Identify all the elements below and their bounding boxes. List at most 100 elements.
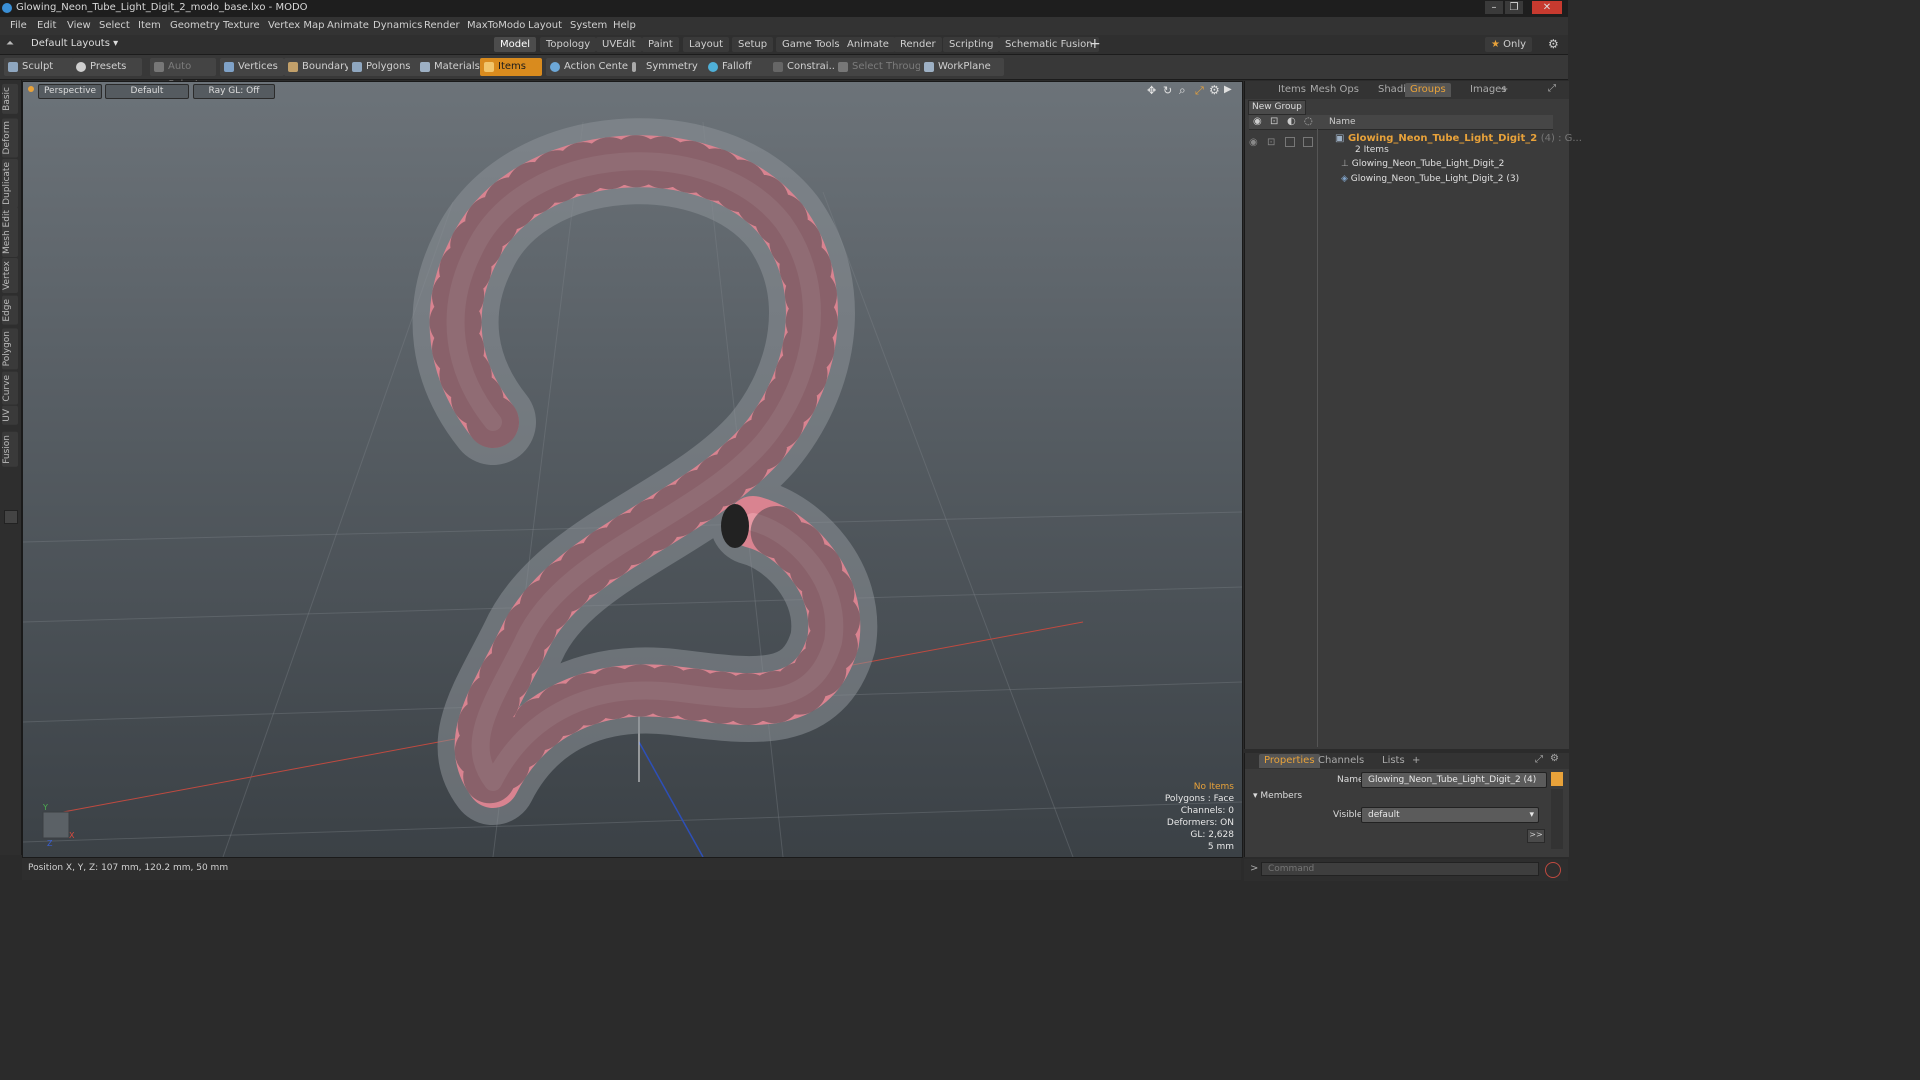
boundary-button[interactable]: Boundary	[284, 58, 358, 76]
tab-lists[interactable]: Lists	[1377, 754, 1410, 768]
mesh-icon: ◈	[1341, 174, 1348, 184]
auto-select-button[interactable]: Auto Select	[150, 58, 216, 90]
render-icon[interactable]: ◐	[1287, 116, 1296, 127]
tab-vertex[interactable]: Vertex	[2, 258, 18, 293]
add-tab-button[interactable]: +	[1089, 36, 1101, 52]
boundary-icon	[288, 62, 298, 72]
sculpt-label: Sculpt	[22, 61, 54, 72]
hud-channels: Channels: 0	[1180, 806, 1234, 816]
menu-view[interactable]: View	[67, 20, 91, 31]
panel-expand-icon[interactable]: ⤢	[1548, 83, 1556, 94]
menu-system[interactable]: System	[570, 20, 607, 31]
lock-icon[interactable]: ⊡	[1270, 116, 1278, 127]
visibility-icon[interactable]: ◉	[1253, 116, 1262, 127]
add-properties-tab[interactable]: +	[1407, 754, 1425, 768]
symmetry-icon	[632, 62, 636, 72]
row-render-toggle[interactable]	[1285, 137, 1295, 147]
select-through-button[interactable]: Select Through	[834, 58, 932, 76]
row-lock-icon[interactable]: ⊡	[1267, 137, 1275, 148]
row-visibility-icon[interactable]: ◉	[1249, 137, 1258, 148]
menu-texture[interactable]: Texture	[223, 20, 260, 31]
tab-topology[interactable]: Topology	[540, 37, 597, 52]
visible-label: Visible	[1333, 810, 1363, 820]
properties-expand-icon[interactable]: ⤢	[1535, 754, 1543, 765]
tab-paint[interactable]: Paint	[642, 37, 679, 52]
tab-animate[interactable]: Animate	[841, 37, 895, 52]
vertices-button[interactable]: Vertices	[220, 58, 284, 76]
falloff-icon	[708, 62, 718, 72]
materials-button[interactable]: Materials	[416, 58, 490, 76]
tab-groups[interactable]: Groups	[1405, 83, 1451, 97]
command-input[interactable]	[1261, 862, 1539, 876]
tab-mesh-edit[interactable]: Mesh Edit	[2, 207, 18, 257]
layout-dropdown[interactable]: Default Layouts ▾	[31, 38, 118, 49]
menu-vertex-map[interactable]: Vertex Map	[268, 20, 324, 31]
tab-setup[interactable]: Setup	[732, 37, 774, 52]
tab-duplicate[interactable]: Duplicate	[2, 159, 18, 208]
select-icon[interactable]: ◌	[1304, 116, 1313, 127]
color-swatch[interactable]	[1551, 772, 1563, 786]
properties-gear-icon[interactable]: ⚙	[1550, 753, 1559, 764]
tab-edge[interactable]: Edge	[2, 296, 18, 325]
tab-deform[interactable]: Deform	[2, 118, 18, 158]
menu-help[interactable]: Help	[613, 20, 636, 31]
falloff-button[interactable]: Falloff	[704, 58, 772, 76]
side-strip	[1551, 789, 1563, 849]
tab-render[interactable]: Render	[894, 37, 942, 52]
tab-mesh-ops[interactable]: Mesh Ops	[1305, 83, 1364, 97]
group-child-row[interactable]: ⊥ Glowing_Neon_Tube_Light_Digit_2	[1341, 157, 1647, 172]
tab-fusion[interactable]: Fusion	[2, 432, 18, 467]
visible-dropdown[interactable]: default ▾	[1361, 807, 1539, 823]
tab-channels[interactable]: Channels	[1313, 754, 1369, 768]
menu-animate[interactable]: Animate	[327, 20, 369, 31]
tab-schematic-fusion[interactable]: Schematic Fusion	[999, 37, 1099, 52]
polygons-button[interactable]: Polygons	[348, 58, 422, 76]
tab-properties[interactable]: Properties	[1259, 754, 1320, 768]
tab-polygon[interactable]: Polygon	[2, 328, 18, 370]
tab-uvedit[interactable]: UVEdit	[596, 37, 642, 52]
expand-toggle[interactable]	[4, 510, 18, 524]
menu-file[interactable]: File	[10, 20, 27, 31]
gizmo-z-label: Z	[47, 839, 53, 848]
materials-label: Materials	[434, 61, 480, 72]
tab-scripting[interactable]: Scripting	[943, 37, 1000, 52]
only-toggle[interactable]: ★ Only	[1485, 37, 1533, 52]
name-field[interactable]: Glowing_Neon_Tube_Light_Digit_2 (4)	[1361, 772, 1547, 788]
scene-canvas: Y X Z	[23, 118, 1242, 857]
tab-model[interactable]: Model	[494, 37, 537, 52]
menu-maxtomodo[interactable]: MaxToModo	[467, 20, 525, 31]
row-select-toggle[interactable]	[1303, 137, 1313, 147]
menu-select[interactable]: Select	[99, 20, 130, 31]
menu-layout[interactable]: Layout	[528, 20, 562, 31]
items-button[interactable]: Items	[480, 58, 542, 76]
tab-uv[interactable]: UV	[2, 406, 18, 425]
expand-button[interactable]: >>	[1527, 829, 1545, 843]
symmetry-button[interactable]: Symmetry	[628, 58, 714, 76]
menu-dynamics[interactable]: Dynamics	[373, 20, 422, 31]
menu-item[interactable]: Item	[138, 20, 161, 31]
presets-button[interactable]: Presets	[72, 58, 142, 76]
tab-layout[interactable]: Layout	[683, 37, 729, 52]
tab-basic[interactable]: Basic	[2, 84, 18, 114]
hud-unit: 5 mm	[1207, 842, 1234, 852]
tab-game-tools[interactable]: Game Tools	[776, 37, 846, 52]
menu-render[interactable]: Render	[424, 20, 460, 31]
sculpt-button[interactable]: Sculpt	[4, 58, 74, 76]
restore-button[interactable]: ❐	[1505, 1, 1523, 14]
record-icon[interactable]	[1545, 862, 1561, 878]
workplane-button[interactable]: WorkPlane	[920, 58, 1004, 76]
new-group-button[interactable]: New Group	[1248, 100, 1306, 115]
hud-gl: GL: 2,628	[1190, 830, 1234, 840]
close-button[interactable]: ✕	[1532, 1, 1562, 14]
layout-arrow-icon[interactable]: ⏶	[6, 38, 14, 49]
group-count: 2 Items	[1355, 145, 1389, 155]
tab-curve[interactable]: Curve	[2, 372, 18, 405]
menu-edit[interactable]: Edit	[37, 20, 56, 31]
minimize-button[interactable]: –	[1485, 1, 1503, 14]
gear-icon[interactable]: ⚙	[1548, 37, 1559, 51]
menu-geometry[interactable]: Geometry	[170, 20, 220, 31]
members-section[interactable]: ▾ Members	[1253, 791, 1302, 801]
group-child-row[interactable]: ◈ Glowing_Neon_Tube_Light_Digit_2 (3)	[1341, 172, 1647, 187]
3d-viewport[interactable]: Perspective Default Ray GL: Off ✥ ↻ ⌕ ⤢ …	[22, 81, 1243, 858]
add-panel-tab[interactable]: +	[1495, 83, 1513, 97]
